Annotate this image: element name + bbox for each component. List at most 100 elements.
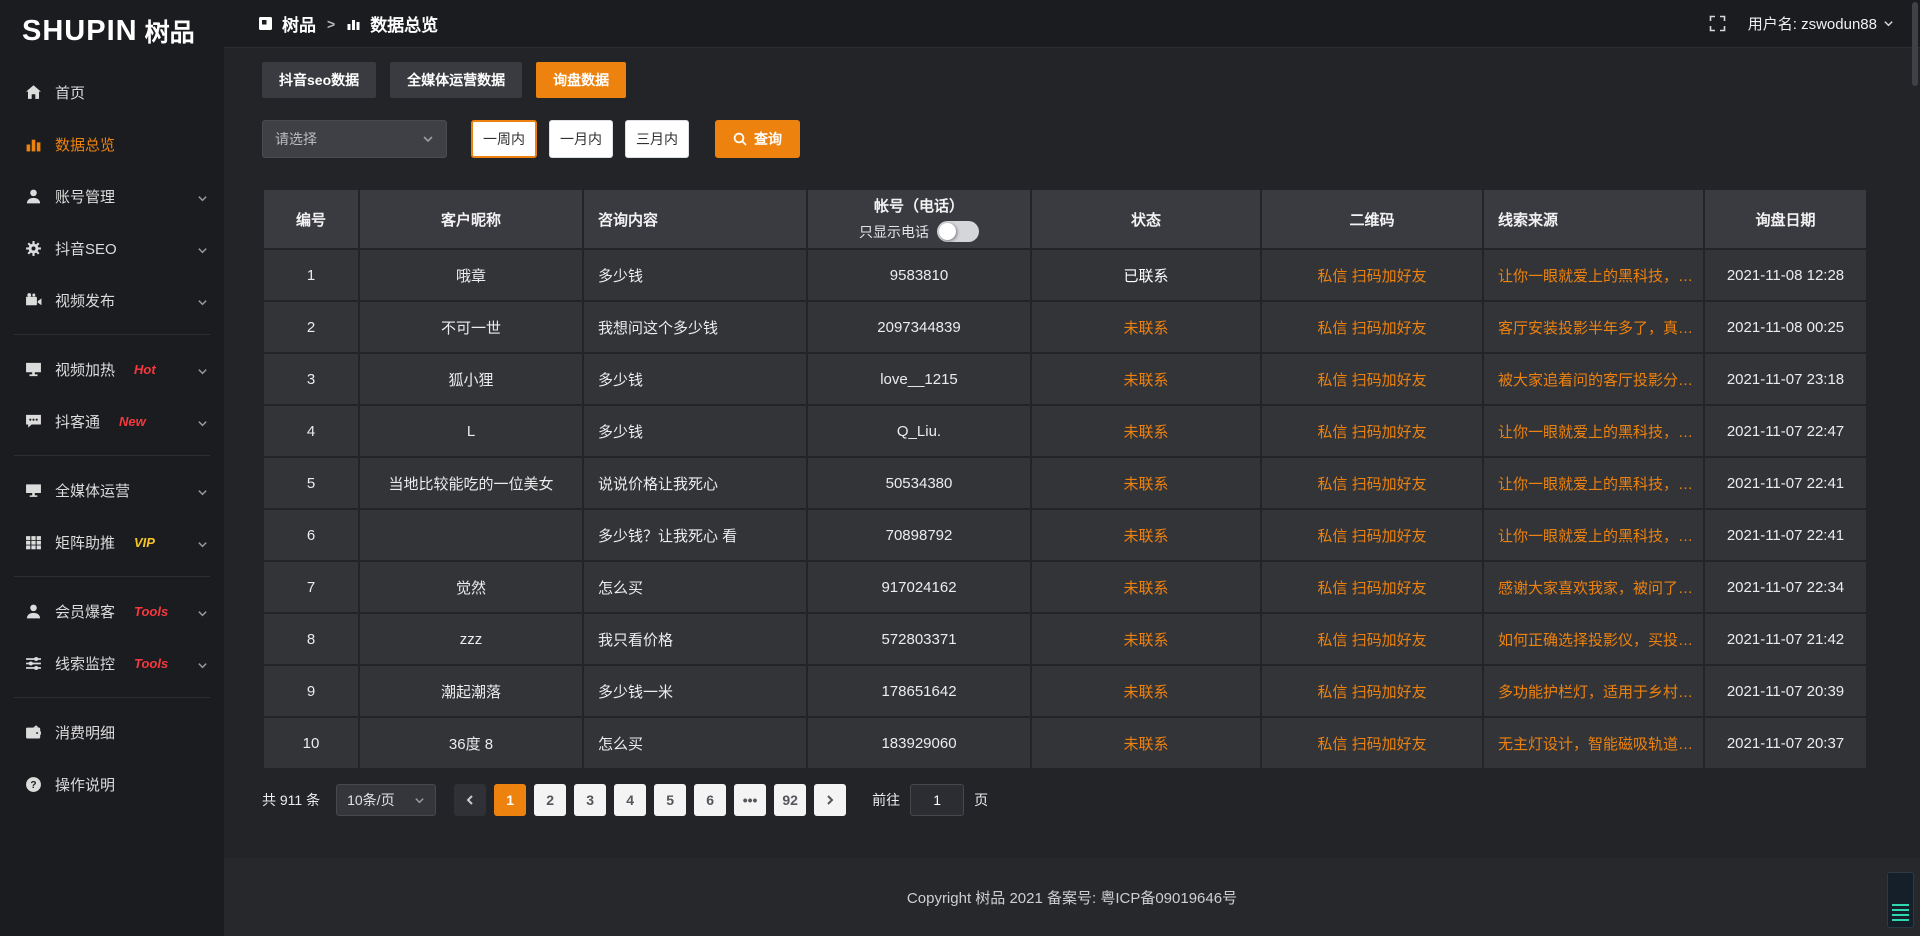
cell-nickname: 潮起潮落 — [360, 666, 582, 716]
cell-qrcode-link[interactable]: 私信 扫码加好友 — [1262, 666, 1482, 716]
sidebar-item-consumption-details[interactable]: 消费明细 — [0, 706, 224, 758]
cell-source-link[interactable]: 感谢大家喜欢我家，被问了好... — [1484, 562, 1703, 612]
user-menu[interactable]: 用户名: zswodun88 — [1748, 13, 1894, 34]
cell-content: 多少钱 — [584, 406, 806, 456]
page-ellipsis-button[interactable]: ••• — [734, 784, 766, 816]
next-page-button[interactable] — [814, 784, 846, 816]
cell-qrcode-link[interactable]: 私信 扫码加好友 — [1262, 718, 1482, 768]
sidebar-item-douyin-seo[interactable]: 抖音SEO — [0, 222, 224, 274]
chevron-down-icon — [422, 133, 434, 145]
chevron-right-icon — [824, 794, 836, 806]
page-button-2[interactable]: 2 — [534, 784, 566, 816]
table-row: 1 哦章 多少钱 9583810 已联系 私信 扫码加好友 让你一眼就爱上的黑科… — [264, 250, 1866, 300]
tab-douyin-seo-data[interactable]: 抖音seo数据 — [262, 62, 376, 98]
range-one-week-button[interactable]: 一周内 — [471, 120, 537, 158]
gear-icon — [25, 240, 42, 257]
fullscreen-icon[interactable] — [1709, 15, 1726, 32]
page-button-4[interactable]: 4 — [614, 784, 646, 816]
goto-page-input[interactable] — [910, 784, 964, 816]
page-button-92[interactable]: 92 — [774, 784, 806, 816]
cell-source-link[interactable]: 如何正确选择投影仪，买投影... — [1484, 614, 1703, 664]
sidebar-item-data-overview[interactable]: 数据总览 — [0, 118, 224, 170]
cell-source-link[interactable]: 让你一眼就爱上的黑科技，能... — [1484, 250, 1703, 300]
svg-text:?: ? — [30, 780, 36, 791]
page-size-select[interactable]: 10条/页 — [336, 784, 436, 816]
search-button[interactable]: 查询 — [715, 120, 800, 158]
cell-source-link[interactable]: 多功能护栏灯，适用于乡村文... — [1484, 666, 1703, 716]
inquiry-table: 编号 客户昵称 咨询内容 帐号（电话） 只显示电话 状态 二维码 线索来源 — [262, 188, 1868, 770]
cell-content: 多少钱？让我死心 看 — [584, 510, 806, 560]
cell-source-link[interactable]: 让你一眼就爱上的黑科技，能... — [1484, 406, 1703, 456]
cell-date: 2021-11-08 00:25 — [1705, 302, 1866, 352]
cell-status: 未联系 — [1032, 406, 1260, 456]
prev-page-button[interactable] — [454, 784, 486, 816]
cell-qrcode-link[interactable]: 私信 扫码加好友 — [1262, 458, 1482, 508]
cell-source-link[interactable]: 让你一眼就爱上的黑科技，能... — [1484, 458, 1703, 508]
cell-qrcode-link[interactable]: 私信 扫码加好友 — [1262, 250, 1482, 300]
monitor-icon — [25, 361, 42, 378]
tools-badge: Tools — [134, 604, 168, 619]
cell-source-link[interactable]: 让你一眼就爱上的黑科技，能... — [1484, 510, 1703, 560]
main-area: 树品 > 数据总览 用户名: zswodun88 抖音seo数据 全媒体运营数据… — [224, 0, 1920, 936]
page-button-3[interactable]: 3 — [574, 784, 606, 816]
content: 抖音seo数据 全媒体运营数据 询盘数据 请选择 一周内 一月内 三月内 查询 — [224, 48, 1920, 936]
sidebar-item-label: 全媒体运营 — [55, 480, 130, 501]
cell-content: 说说价格让我死心 — [584, 458, 806, 508]
cell-qrcode-link[interactable]: 私信 扫码加好友 — [1262, 406, 1482, 456]
cell-source-link[interactable]: 被大家追着问的客厅投影分享... — [1484, 354, 1703, 404]
grid-icon — [25, 534, 42, 551]
cell-qrcode-link[interactable]: 私信 扫码加好友 — [1262, 510, 1482, 560]
sidebar-item-video-heating[interactable]: 视频加热 Hot — [0, 343, 224, 395]
cell-date: 2021-11-07 20:39 — [1705, 666, 1866, 716]
sidebar-item-label: 视频发布 — [55, 290, 115, 311]
phone-only-switch[interactable] — [937, 221, 979, 242]
page-button-6[interactable]: 6 — [694, 784, 726, 816]
sidebar-divider — [14, 697, 210, 698]
cell-source-link[interactable]: 无主灯设计，智能磁吸轨道灯... — [1484, 718, 1703, 768]
logo: SHUPIN 树品 — [0, 0, 224, 48]
range-one-month-button[interactable]: 一月内 — [549, 120, 613, 158]
cell-qrcode-link[interactable]: 私信 扫码加好友 — [1262, 302, 1482, 352]
range-three-months-button[interactable]: 三月内 — [625, 120, 689, 158]
cell-qrcode-link[interactable]: 私信 扫码加好友 — [1262, 614, 1482, 664]
sidebar-item-omnimedia-operation[interactable]: 全媒体运营 — [0, 464, 224, 516]
chevron-down-icon — [1883, 18, 1894, 29]
copyright-text: Copyright 树品 2021 备案号: 粤ICP备09019646号 — [907, 887, 1237, 908]
cell-qrcode-link[interactable]: 私信 扫码加好友 — [1262, 562, 1482, 612]
pagination: 共 911 条 10条/页 1 2 3 4 5 6 ••• 92 前往 页 — [262, 784, 1920, 816]
goto-suffix-label: 页 — [974, 790, 988, 810]
sidebar-item-matrix-boost[interactable]: 矩阵助推 VIP — [0, 516, 224, 568]
cell-id: 3 — [264, 354, 358, 404]
select-placeholder: 请选择 — [275, 129, 317, 149]
tab-inquiry-data[interactable]: 询盘数据 — [536, 62, 626, 98]
chevron-down-icon — [414, 795, 425, 806]
cell-content: 我只看价格 — [584, 614, 806, 664]
question-icon: ? — [25, 776, 42, 793]
cell-qrcode-link[interactable]: 私信 扫码加好友 — [1262, 354, 1482, 404]
sidebar-item-member-baoke[interactable]: 会员爆客 Tools — [0, 585, 224, 637]
sidebar-item-home[interactable]: 首页 — [0, 66, 224, 118]
col-header-status: 状态 — [1032, 190, 1260, 248]
sidebar-item-instructions[interactable]: ? 操作说明 — [0, 758, 224, 810]
table-row: 5 当地比较能吃的一位美女 说说价格让我死心 50534380 未联系 私信 扫… — [264, 458, 1866, 508]
sidebar-item-account-management[interactable]: 账号管理 — [0, 170, 224, 222]
account-select[interactable]: 请选择 — [262, 120, 447, 158]
tab-omnimedia-data[interactable]: 全媒体运营数据 — [390, 62, 522, 98]
cell-date: 2021-11-07 22:41 — [1705, 510, 1866, 560]
page-button-5[interactable]: 5 — [654, 784, 686, 816]
breadcrumb-root[interactable]: 树品 — [282, 11, 316, 36]
table-row: 2 不可一世 我想问这个多少钱 2097344839 未联系 私信 扫码加好友 … — [264, 302, 1866, 352]
page-size-value: 10条/页 — [347, 790, 394, 810]
page-button-1[interactable]: 1 — [494, 784, 526, 816]
sidebar-item-doukertong[interactable]: 抖客通 New — [0, 395, 224, 447]
member-icon — [25, 603, 42, 620]
cell-nickname — [360, 510, 582, 560]
screen-icon — [25, 482, 42, 499]
chevron-down-icon — [197, 606, 208, 617]
corner-widget[interactable] — [1887, 872, 1914, 928]
cell-source-link[interactable]: 客厅安装投影半年多了，真实... — [1484, 302, 1703, 352]
sidebar-item-lead-monitoring[interactable]: 线索监控 Tools — [0, 637, 224, 689]
sliders-icon — [25, 655, 42, 672]
scrollbar-thumb[interactable] — [1912, 2, 1918, 86]
sidebar-item-video-publish[interactable]: 视频发布 — [0, 274, 224, 326]
